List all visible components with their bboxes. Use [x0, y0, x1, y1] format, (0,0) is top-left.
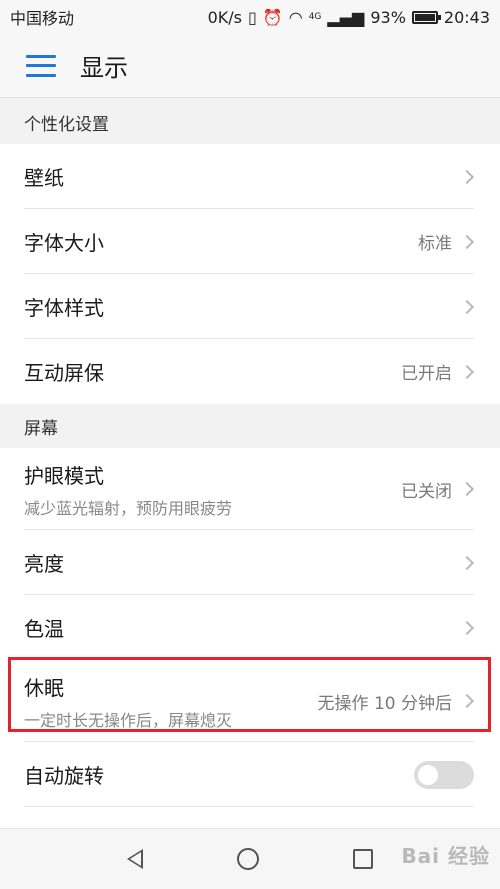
- section-header-screen: 屏幕: [0, 404, 500, 448]
- sleep-value: 无操作 10 分钟后: [317, 693, 452, 714]
- vibrate-icon: ▯: [248, 7, 257, 27]
- eye-comfort-row[interactable]: 护眼模式 减少蓝光辐射，预防用眼疲劳 已关闭: [0, 448, 500, 530]
- carrier-label: 中国移动: [10, 9, 75, 28]
- eye-comfort-subtitle: 减少蓝光辐射，预防用眼疲劳: [24, 498, 233, 518]
- home-icon[interactable]: [237, 848, 259, 870]
- chevron-right-icon: [459, 169, 475, 184]
- watermark-logo: Bai 经验: [401, 844, 490, 868]
- page-title: 显示: [80, 54, 128, 82]
- recent-apps-icon[interactable]: [353, 849, 373, 869]
- font-size-row[interactable]: 字体大小 标准: [0, 209, 500, 274]
- brightness-label: 亮度: [24, 552, 64, 576]
- screensaver-value: 已开启: [401, 364, 452, 384]
- wallpaper-row[interactable]: 壁纸: [0, 144, 500, 209]
- network-speed: 0K/s: [207, 7, 242, 27]
- status-bar: 中国移动 0K/s ▯ ⏰ ◠ 4G ▂▄▆ 93% 20:43: [0, 0, 500, 34]
- font-size-value: 标准: [418, 234, 452, 254]
- battery-percent: 93%: [370, 7, 406, 27]
- hamburger-menu-icon[interactable]: [26, 54, 56, 77]
- screensaver-row[interactable]: 互动屏保 已开启: [0, 339, 500, 404]
- status-icons: 0K/s ▯ ⏰ ◠ 4G ▂▄▆ 93% 20:43: [208, 8, 490, 27]
- wallpaper-label: 壁纸: [24, 166, 64, 190]
- chevron-right-icon: [459, 364, 475, 379]
- back-icon[interactable]: [127, 849, 143, 869]
- alarm-icon: ⏰: [262, 7, 283, 27]
- font-style-row[interactable]: 字体样式: [0, 274, 500, 339]
- section-header-personalization: 个性化设置: [0, 98, 500, 144]
- signal-icon: ▂▄▆: [327, 7, 365, 27]
- chevron-right-icon: [459, 299, 475, 314]
- screensaver-label: 互动屏保: [24, 361, 104, 385]
- chevron-right-icon: [459, 693, 475, 709]
- eye-comfort-label: 护眼模式: [24, 463, 104, 488]
- brightness-row[interactable]: 亮度: [0, 530, 500, 595]
- chevron-right-icon: [459, 481, 475, 497]
- clock: 20:43: [443, 7, 490, 27]
- chevron-right-icon: [459, 234, 475, 249]
- auto-rotate-row[interactable]: 自动旋转: [0, 742, 500, 807]
- chevron-right-icon: [459, 620, 475, 635]
- font-size-label: 字体大小: [24, 231, 104, 255]
- font-style-label: 字体样式: [24, 296, 104, 320]
- toolbar: 显示: [0, 34, 500, 98]
- color-temperature-label: 色温: [24, 617, 64, 641]
- battery-icon: [411, 10, 441, 24]
- auto-rotate-label: 自动旋转: [24, 764, 104, 788]
- network-type: 4G: [308, 12, 322, 22]
- color-temperature-row[interactable]: 色温: [0, 595, 500, 660]
- sleep-subtitle: 一定时长无操作后，屏幕熄灭: [24, 710, 233, 730]
- auto-rotate-toggle[interactable]: [414, 760, 474, 789]
- sleep-label: 休眠: [24, 675, 64, 700]
- eye-comfort-value: 已关闭: [401, 481, 452, 502]
- chevron-right-icon: [459, 555, 475, 570]
- wifi-icon: ◠: [288, 7, 303, 27]
- sleep-row[interactable]: 休眠 一定时长无操作后，屏幕熄灭 无操作 10 分钟后: [0, 660, 500, 742]
